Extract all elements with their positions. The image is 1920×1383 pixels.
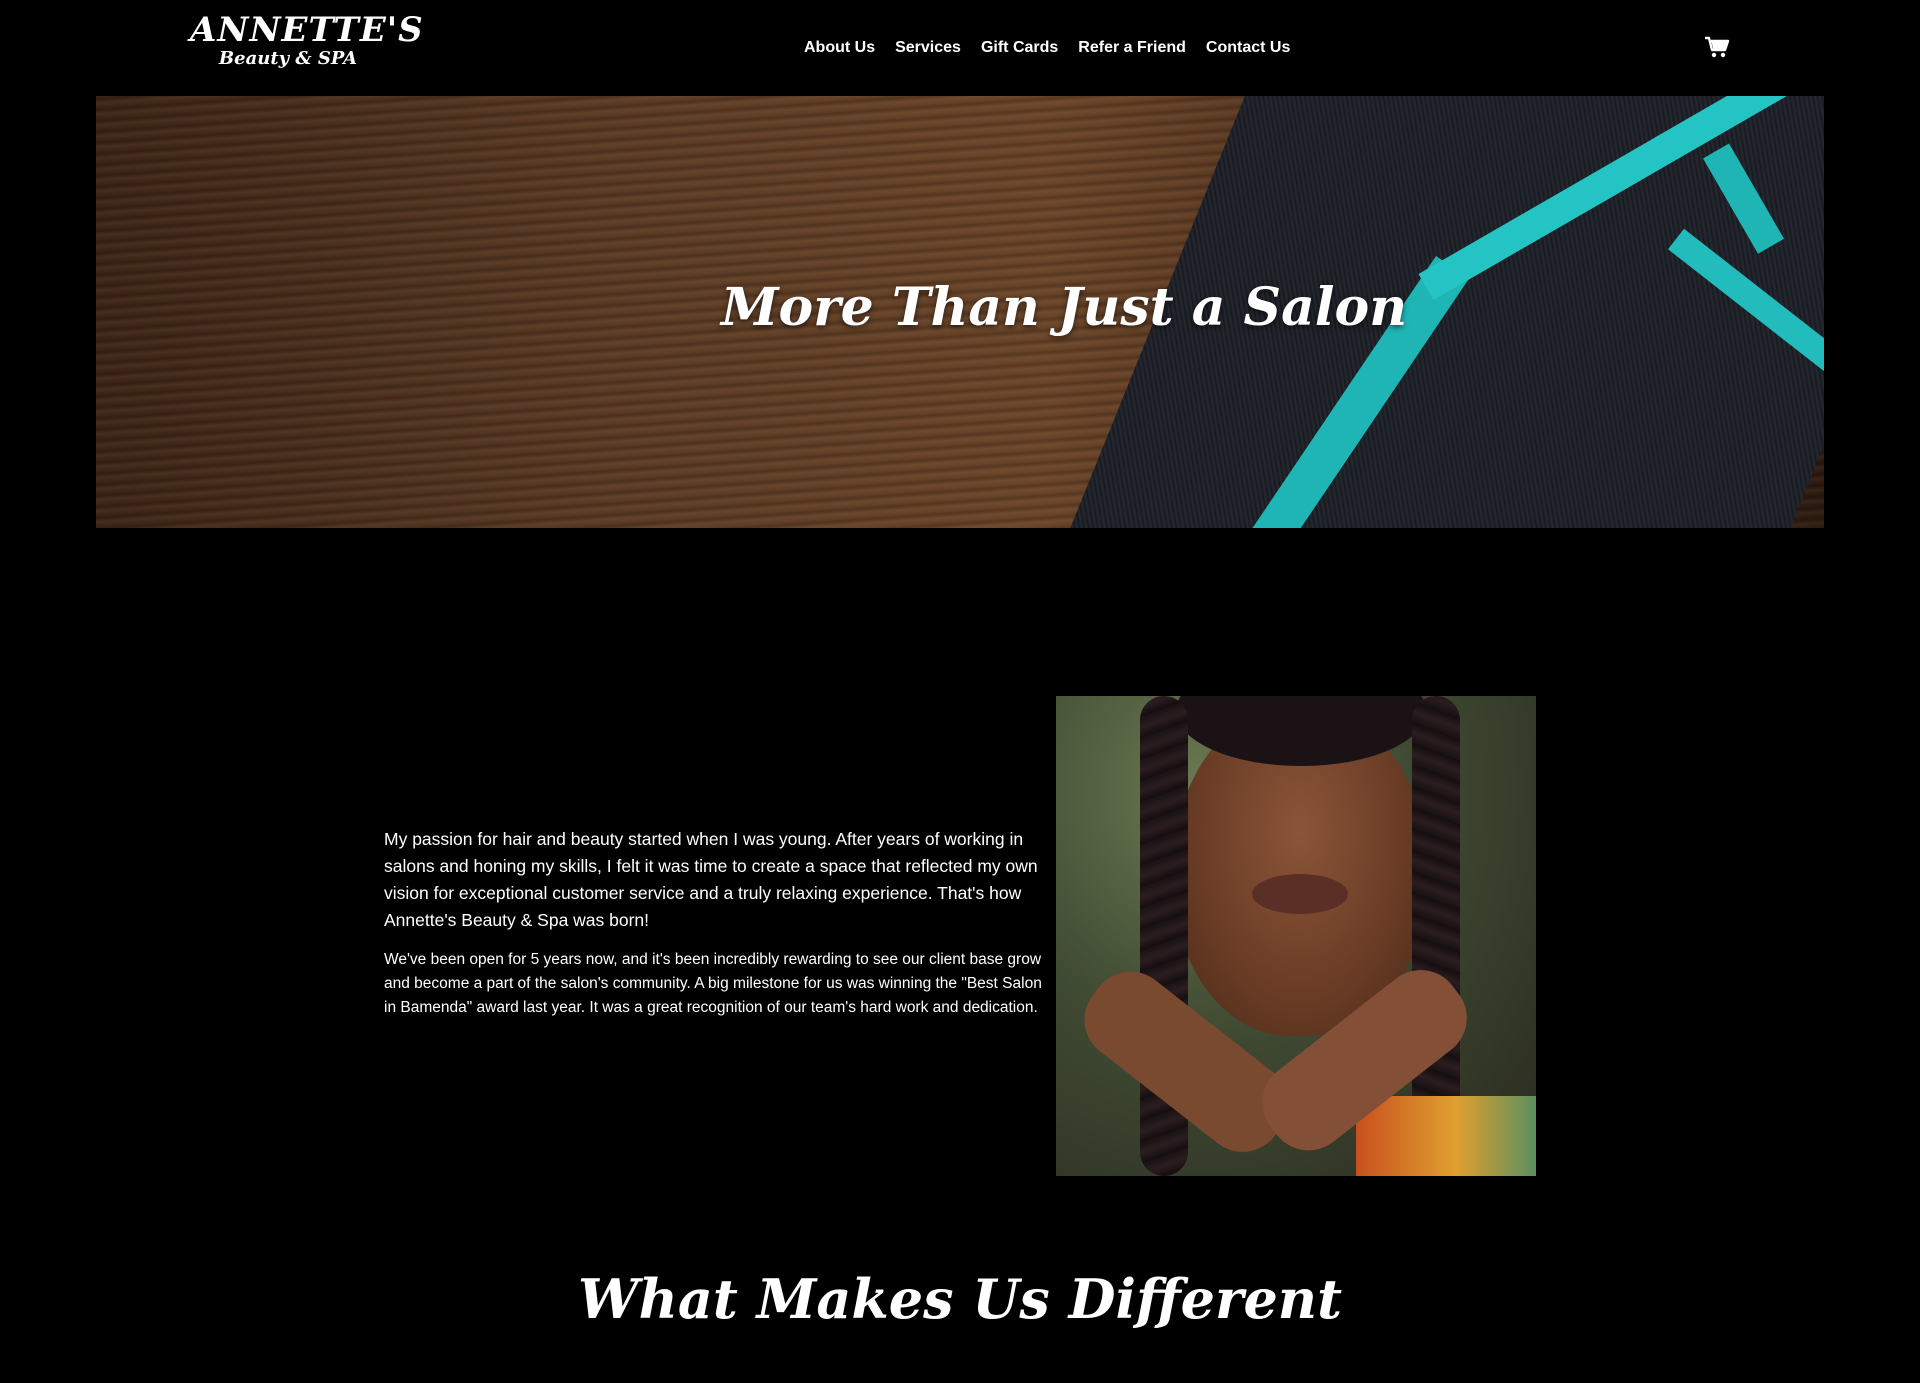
nav-contact-us[interactable]: Contact Us [1206,38,1290,58]
cart-icon[interactable] [1704,35,1730,59]
hero-banner: More Than Just a Salon [96,96,1824,528]
nav-services[interactable]: Services [895,38,961,58]
woman-portrait-image [1056,696,1536,1176]
brand-title: ANNETTE'S [190,10,424,50]
about-text: My passion for hair and beauty started w… [384,826,1044,1020]
site-header: ANNETTE'S Beauty & SPA About Us Services… [0,0,1920,96]
brand-logo[interactable]: ANNETTE'S Beauty & SPA [190,10,424,70]
about-paragraph-2: We've been open for 5 years now, and it'… [384,951,1042,1016]
brand-subtitle: Beauty & SPA [218,48,358,69]
about-paragraph-1: My passion for hair and beauty started w… [384,829,1038,930]
hero-title: More Than Just a Salon [720,277,1408,338]
nav-refer-a-friend[interactable]: Refer a Friend [1078,38,1186,58]
main-nav: About Us Services Gift Cards Refer a Fri… [804,38,1290,58]
nav-gift-cards[interactable]: Gift Cards [981,38,1058,58]
section-title-different: What Makes Us Different [577,1267,1343,1331]
nav-about-us[interactable]: About Us [804,38,875,58]
